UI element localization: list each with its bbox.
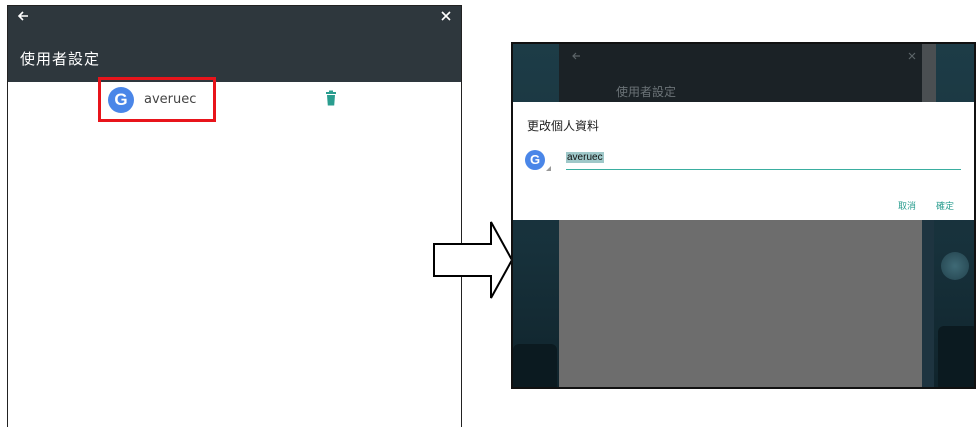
user-name: averuec	[144, 92, 197, 107]
user-settings-panel: 使用者設定	[7, 5, 462, 427]
dimmed-content	[559, 220, 922, 387]
google-icon: G	[108, 87, 134, 113]
dimmed-header: 使用者設定	[559, 44, 922, 102]
right-arrow-icon	[433, 221, 513, 299]
dialog-title: 更改個人資料	[527, 119, 600, 133]
trash-icon[interactable]	[325, 90, 337, 106]
dimmed-title: 使用者設定	[616, 85, 677, 99]
edit-profile-dialog: 更改個人資料 G averuec 取消 確定	[513, 102, 974, 220]
background-rock	[938, 326, 974, 387]
back-arrow-icon	[572, 52, 580, 60]
header-bar: 使用者設定	[8, 6, 461, 82]
close-icon[interactable]	[439, 9, 453, 23]
back-arrow-icon[interactable]	[16, 9, 30, 23]
google-icon[interactable]: G	[525, 150, 545, 170]
scrollbar	[922, 44, 936, 102]
background-rock	[513, 344, 557, 387]
edit-profile-screen: 使用者設定 更改個人資料 G averuec 取消 確定	[511, 42, 976, 389]
cancel-button[interactable]: 取消	[898, 199, 916, 212]
dropdown-corner-icon	[546, 166, 551, 171]
ok-button[interactable]: 確定	[936, 199, 954, 212]
page-title: 使用者設定	[20, 50, 101, 68]
name-input-value[interactable]: averuec	[566, 152, 604, 163]
close-icon	[908, 52, 916, 60]
background-moon	[941, 252, 969, 280]
name-field[interactable]: averuec	[566, 150, 961, 170]
